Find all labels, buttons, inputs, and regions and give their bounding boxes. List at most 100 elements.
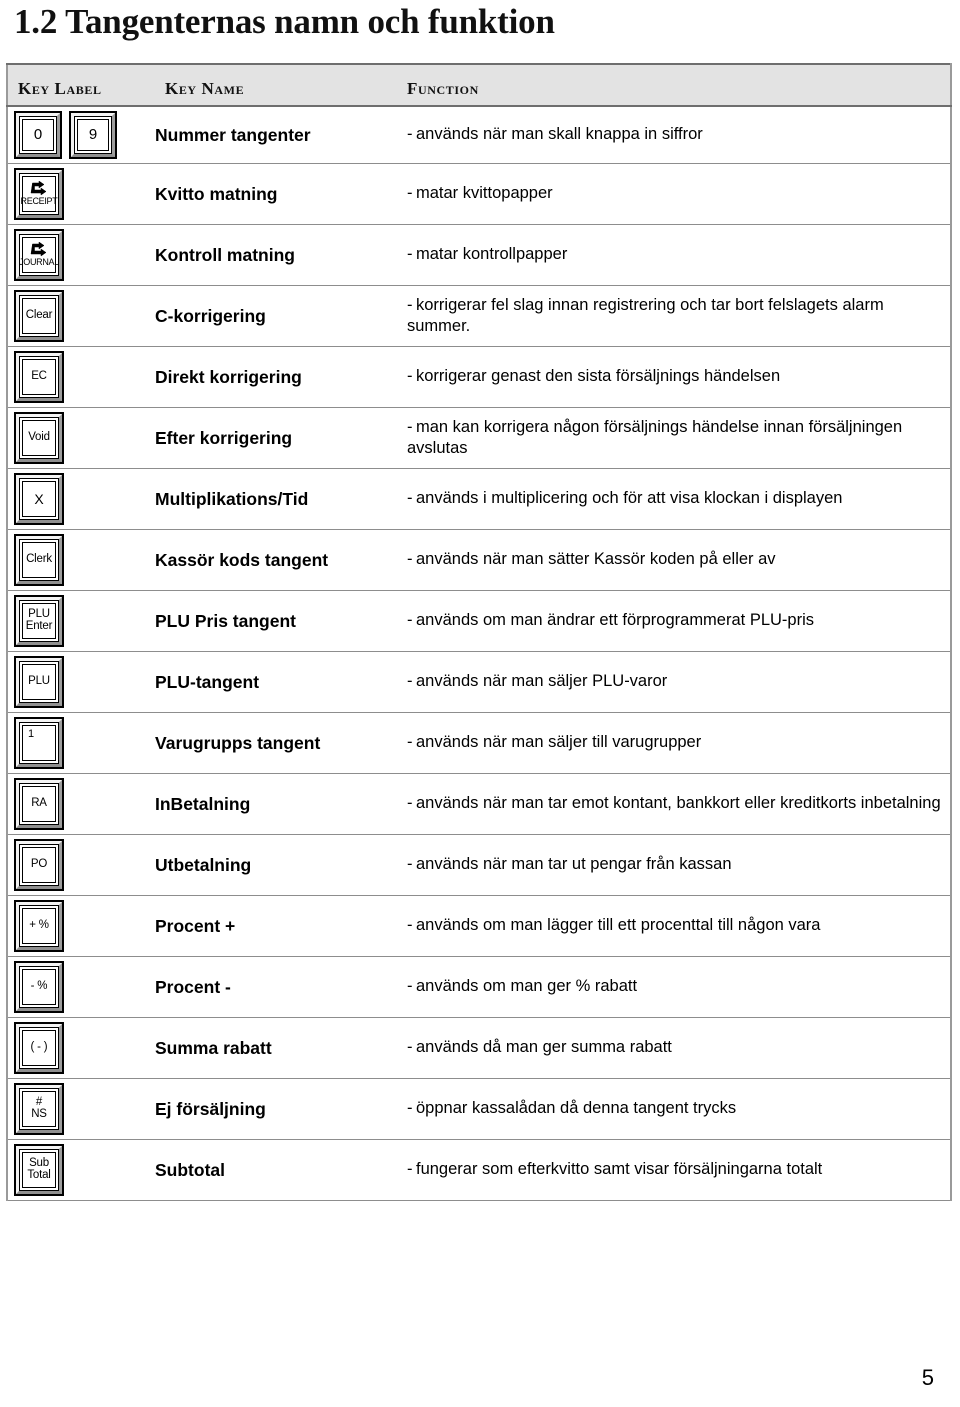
key-face: X [22,480,56,517]
key-cap-label: X [34,490,44,507]
key-group: RA [14,777,155,830]
bullet-dash: - [407,1038,413,1057]
key-function-cell: - matar kvittopapper [395,163,951,224]
page-number: 5 [921,1365,934,1390]
table-row: RA InBetalning - används när man tar emot k… [7,773,951,835]
bullet-dash: - [407,125,413,144]
column-header-function: Function [395,63,951,107]
key-function-cell: - används då man ger summa rabatt [395,1017,951,1078]
table-row: Void Efter korrigering - man kan korrigera … [7,407,951,469]
register-key: Sub Total [14,1143,64,1196]
key-label-cell: Sub Total [7,1139,155,1200]
key-function-cell: - matar kontrollpapper [395,224,951,285]
key-function-cell: - korrigerar fel slag innan registrering … [395,285,951,346]
register-key: RECEIPT [14,167,64,220]
table-row: ( - ) Summa rabatt - används då man ger sum… [7,1017,951,1079]
key-name-cell: Kassör kods tangent [155,549,329,570]
key-group: 1 [14,716,155,769]
function-text: fungerar som efterkvitto samt visar förs… [416,1160,823,1179]
key-name-cell: Direkt korrigering [155,366,302,387]
key-group: JOURNAL [14,228,155,281]
key-label-cell: PO [7,834,155,895]
key-cap-label: ( - ) [30,1041,48,1053]
key-face: PO [22,846,56,883]
key-function-cell: - fungerar som efterkvitto samt visar för… [395,1139,951,1200]
register-key: Clear [14,289,64,342]
key-label-cell: 1 [7,712,155,773]
table-row: # NS Ej försäljning - öppnar kassalådan då d… [7,1078,951,1140]
key-cap-label: Clerk [26,553,52,565]
key-face: RECEIPT [20,175,58,212]
key-face: JOURNAL [19,236,59,273]
key-cap-label-second: NS [31,1108,47,1121]
key-group: Void [14,411,155,464]
key-cap-label: PLU [28,675,50,687]
function-text: används om man ger % rabatt [416,977,638,996]
key-cap-label: Clear [25,309,53,321]
function-text: används om man ändrar ett förprogrammera… [416,611,814,630]
page-title: 1.2 Tangenternas namn och funktion [14,2,555,41]
function-text: används när man tar emot kontant, bankko… [416,794,941,813]
key-group: RECEIPT [14,167,155,220]
key-group: EC [14,350,155,403]
key-face: ( - ) [22,1029,56,1066]
key-group: - % [14,960,155,1013]
key-label-cell: Void [7,407,155,468]
table-row: PO Utbetalning - används när man tar ut pen… [7,834,951,896]
function-text: används om man lägger till ett procentta… [416,916,821,935]
key-group: + % [14,899,155,952]
key-name-cell: Kontroll matning [155,244,295,265]
key-face: 1 [22,724,56,761]
key-cap-label: Sub [29,1156,49,1169]
key-group: 09 [14,110,155,159]
function-text: används när man sätter Kassör koden på e… [416,550,776,569]
key-label-cell: ( - ) [7,1017,155,1078]
bullet-dash: - [407,855,413,874]
column-header-key-name: Key Name [155,63,395,107]
key-function-cell: - används när man skall knappa in siffror [395,106,951,164]
function-text: används då man ger summa rabatt [416,1038,672,1057]
key-name-cell: Summa rabatt [155,1037,272,1058]
function-text: korrigerar fel slag innan registrering o… [407,295,884,335]
key-face: PLU [22,663,56,700]
key-group: PLU [14,655,155,708]
bullet-dash: - [407,916,413,935]
bullet-dash: - [407,977,413,996]
key-face: # NS [22,1090,56,1127]
key-function-cell: - korrigerar genast den sista försäljning… [395,346,951,407]
key-cap-label: RECEIPT [20,196,58,207]
register-key: 0 [14,110,62,159]
register-key: # NS [14,1082,64,1135]
bullet-dash: - [407,611,413,630]
function-text: matar kvittopapper [416,184,553,203]
key-group: Sub Total [14,1143,155,1196]
table-row: - % Procent - - används om man ger % rabatt [7,956,951,1018]
bullet-dash: - [407,1099,413,1118]
key-group: PLU Enter [14,594,155,647]
key-cap-label-second: Total [27,1169,51,1182]
table-header: Key Label Key Name Function [7,63,951,107]
key-face: + % [22,907,56,944]
table-row: X Multiplikations/Tid - används i multiplic… [7,468,951,530]
key-face: 0 [22,118,54,151]
key-face: PLU Enter [22,602,56,639]
key-name-cell: Procent + [155,915,236,936]
paper-feed-arrow-icon [30,181,47,196]
key-name-cell: PLU-tangent [155,671,260,692]
function-text: matar kontrollpapper [416,245,568,264]
key-function-cell: - används om man ger % rabatt [395,956,951,1017]
bullet-dash: - [407,672,413,691]
key-face: Clear [22,297,56,334]
key-label-cell: Clear [7,285,155,346]
table-row: JOURNAL Kontroll matning - matar kontrollpa… [7,224,951,286]
key-function-cell: - man kan korrigera någon försäljnings hä… [395,407,951,468]
table-header-row: Key Label Key Name Function [7,63,951,107]
key-label-cell: RA [7,773,155,834]
register-key: - % [14,960,64,1013]
key-function-cell: - används i multiplicering och för att vi… [395,468,951,529]
key-name-cell: PLU Pris tangent [155,610,296,631]
table-row: RECEIPT Kvitto matning - matar kvittopapper [7,163,951,225]
key-name-cell: Subtotal [155,1159,225,1180]
key-cap-label: 1 [28,727,34,740]
bullet-dash: - [407,794,413,813]
